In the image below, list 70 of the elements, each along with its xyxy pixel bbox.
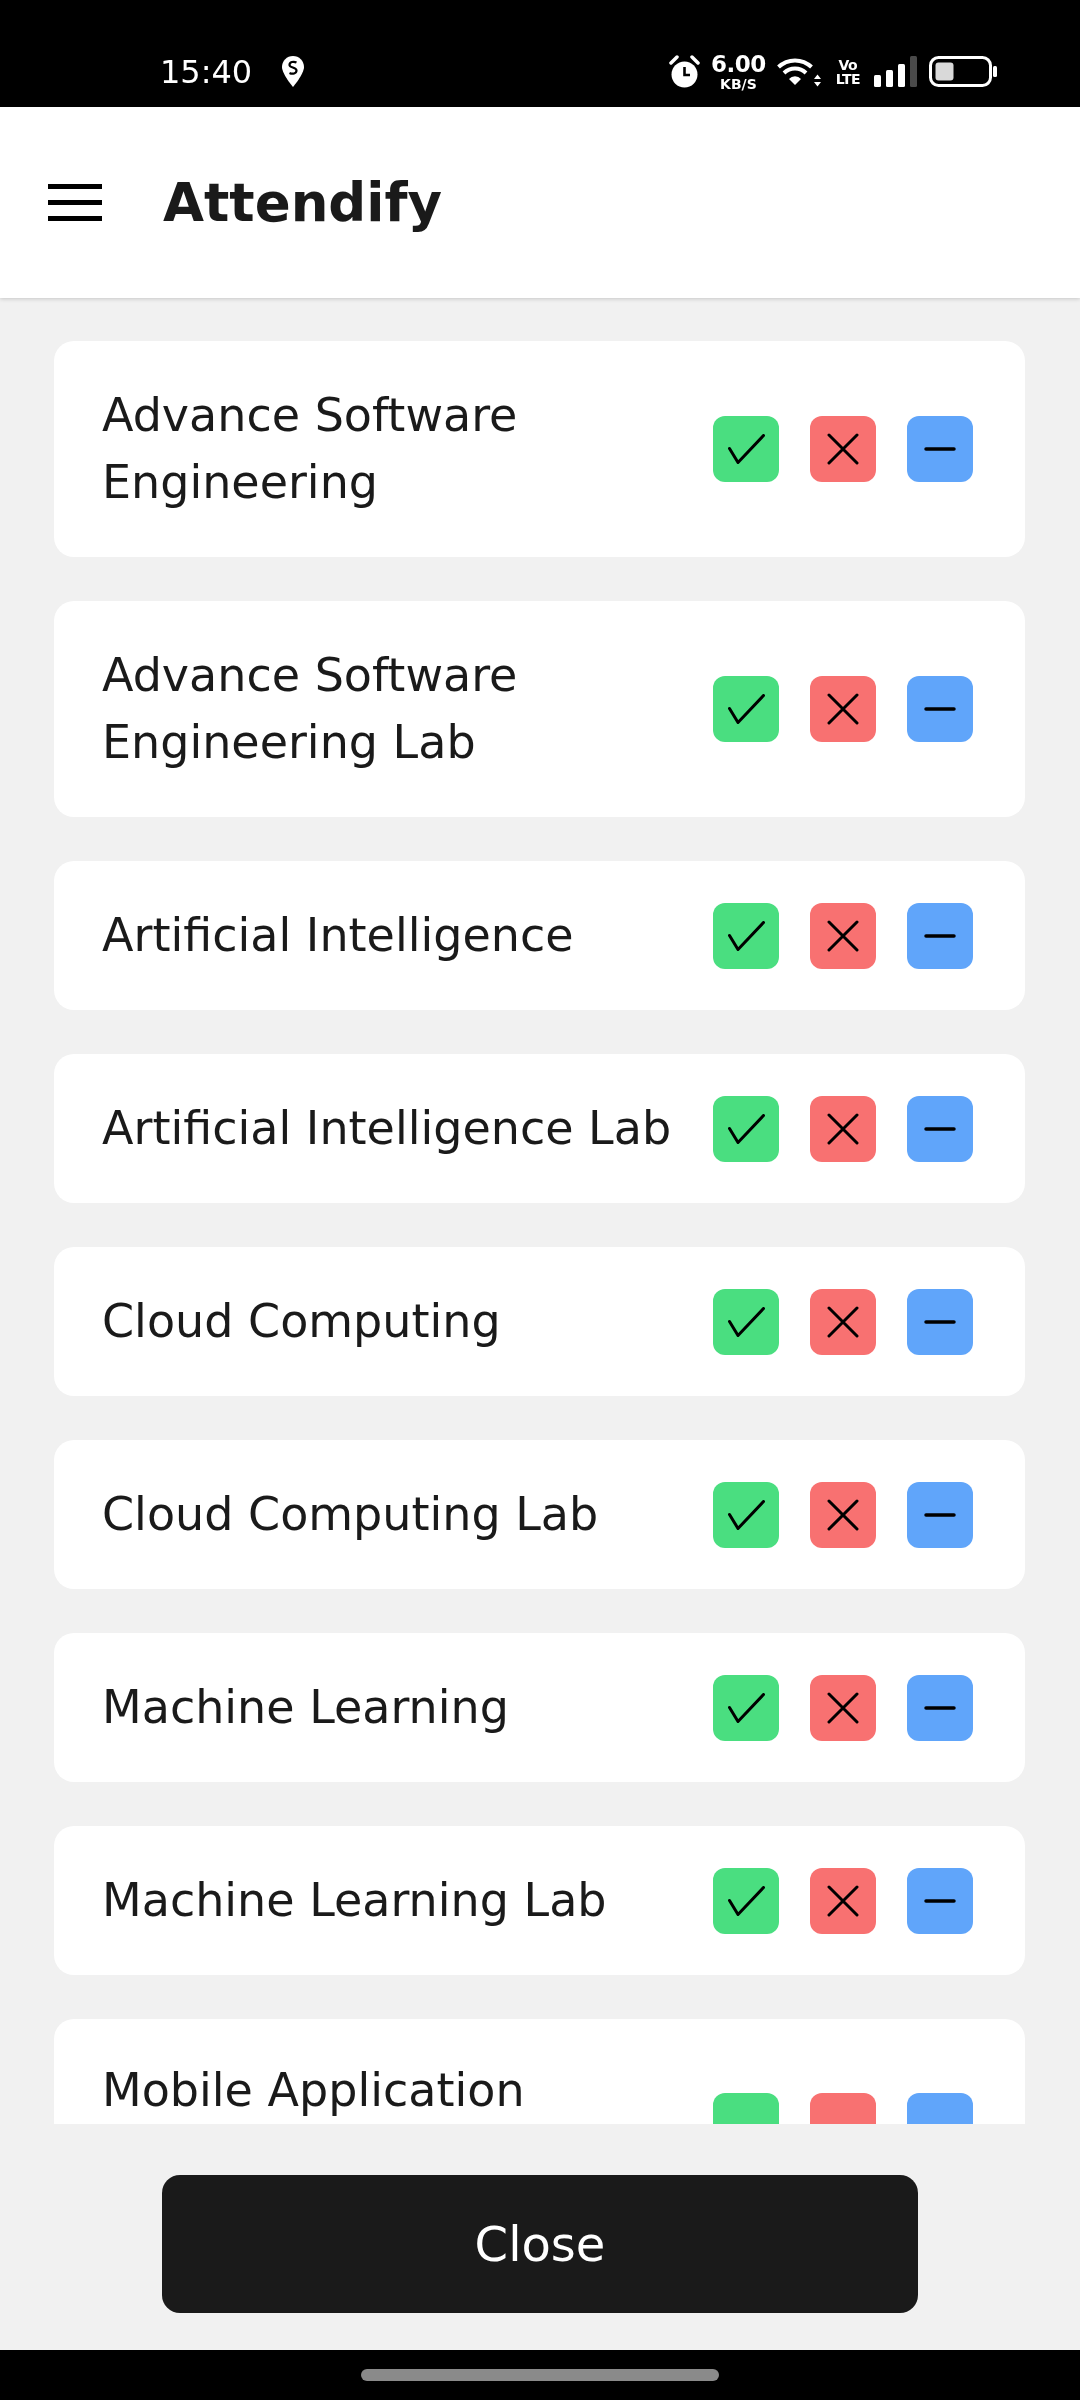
minus-icon [924, 1898, 956, 1903]
minus-button[interactable] [907, 1095, 973, 1162]
network-type-label: Vo [838, 57, 858, 72]
check-button[interactable] [713, 1674, 779, 1741]
network-type-label: LTE [835, 71, 860, 86]
check-icon [727, 694, 765, 724]
subject-name: Machine Learning Lab [102, 1872, 608, 1929]
close-button[interactable]: Close [162, 2175, 918, 2313]
subject-name: Machine Learning [102, 1679, 510, 1736]
check-button[interactable] [713, 1095, 779, 1162]
check-button[interactable] [713, 416, 779, 482]
minus-button[interactable] [907, 1674, 973, 1741]
minus-icon [924, 1319, 956, 1324]
check-icon [727, 1499, 765, 1530]
minus-button[interactable] [907, 1867, 973, 1934]
cross-icon [827, 693, 859, 725]
subject-name: Mobile Application [102, 2062, 526, 2119]
menu-icon[interactable] [48, 184, 102, 221]
wifi-icon [776, 56, 822, 87]
cross-button[interactable] [810, 676, 876, 742]
network-speed-value: 6.00 [711, 52, 766, 76]
cross-icon [827, 919, 859, 952]
cross-icon [827, 1691, 859, 1724]
minus-icon [924, 707, 956, 711]
cross-icon [827, 433, 859, 465]
minus-button[interactable] [907, 676, 973, 742]
check-icon [727, 920, 765, 951]
cross-icon [827, 1112, 859, 1145]
check-icon [727, 434, 765, 464]
subject-name: Artificial Intelligence [102, 907, 575, 964]
check-icon [727, 1885, 765, 1916]
minus-button[interactable] [907, 416, 973, 482]
cross-button[interactable] [810, 902, 876, 969]
check-button[interactable] [713, 1481, 779, 1548]
cross-button[interactable] [810, 1867, 876, 1934]
cross-icon [827, 1305, 859, 1338]
cross-button[interactable] [810, 1674, 876, 1741]
minus-icon [924, 933, 956, 938]
cross-button[interactable] [810, 1288, 876, 1355]
check-icon [727, 1692, 765, 1723]
cross-button[interactable] [810, 1095, 876, 1162]
check-button[interactable] [713, 902, 779, 969]
cross-button[interactable] [810, 416, 876, 482]
subject-name: Artificial Intelligence Lab [102, 1100, 673, 1157]
network-speed-unit: KB/S [720, 76, 757, 91]
minus-icon [924, 447, 956, 451]
cross-button[interactable] [810, 1481, 876, 1548]
alarm-clock-icon [669, 55, 701, 88]
map-pin-icon [282, 56, 305, 87]
minus-button[interactable] [907, 1288, 973, 1355]
minus-icon [924, 1705, 956, 1710]
battery-icon [929, 56, 997, 87]
check-icon [727, 1306, 765, 1337]
subject-name: Advance Software Engineering Lab [102, 647, 519, 771]
app-title: Attendify [163, 170, 443, 235]
check-button[interactable] [713, 676, 779, 742]
cross-icon [827, 1498, 859, 1531]
subject-name: Cloud Computing [102, 1293, 502, 1350]
check-button[interactable] [713, 1867, 779, 1934]
subject-name: Advance Software Engineering [102, 387, 519, 511]
minus-icon [924, 1126, 956, 1131]
cross-icon [827, 1884, 859, 1917]
minus-button[interactable] [907, 902, 973, 969]
status-time: 15:40 [160, 55, 253, 88]
check-icon [727, 1113, 765, 1144]
minus-button[interactable] [907, 1481, 973, 1548]
subject-name: Cloud Computing Lab [102, 1486, 600, 1543]
check-button[interactable] [713, 1288, 779, 1355]
minus-icon [924, 1512, 956, 1517]
signal-icon [874, 56, 918, 87]
